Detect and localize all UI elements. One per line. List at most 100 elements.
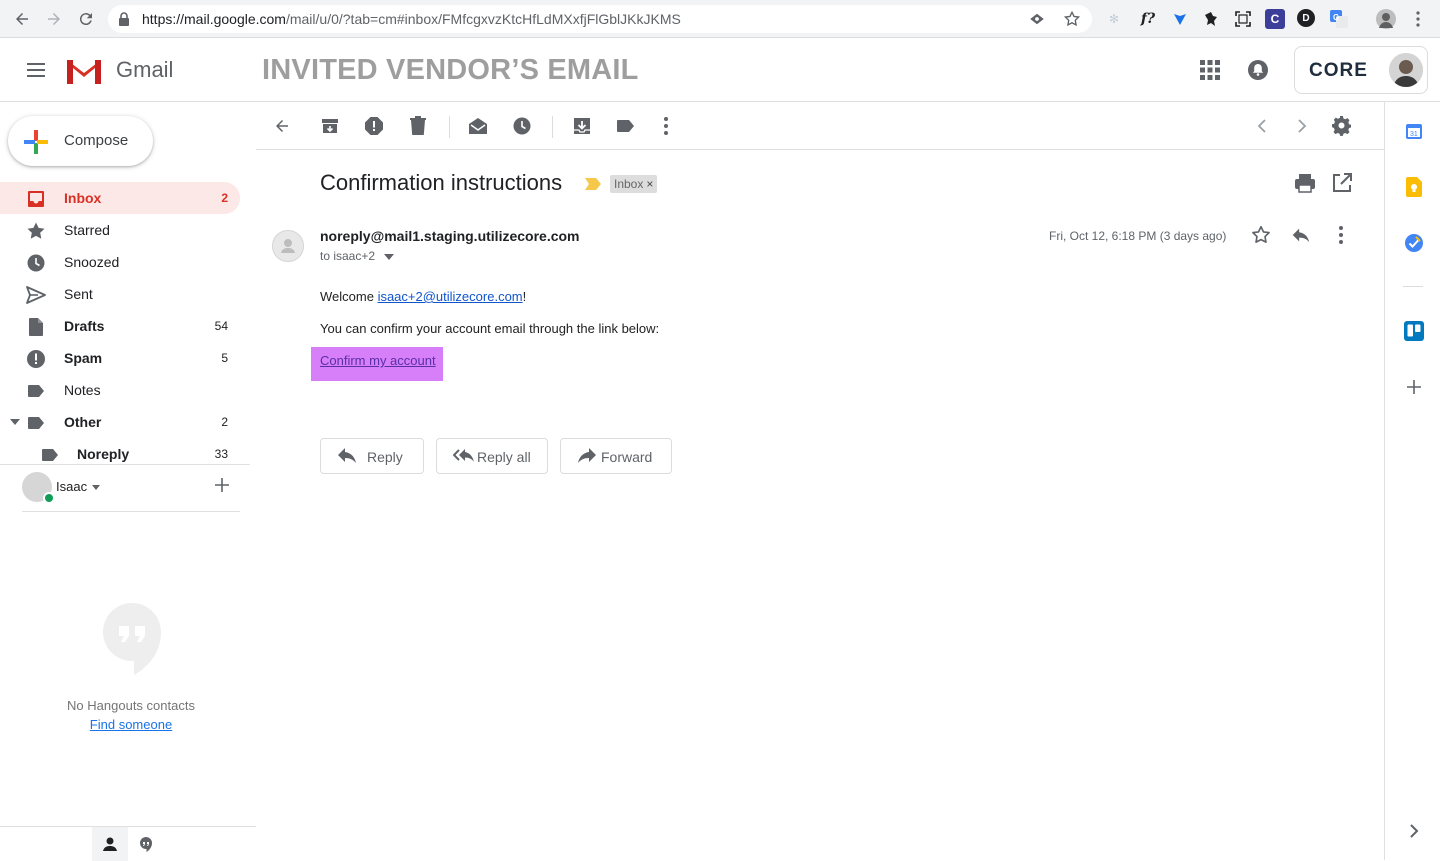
compose-plus-icon: [24, 130, 48, 154]
translate-extension-icon[interactable]: G: [1329, 9, 1349, 29]
nav-divider: [0, 464, 250, 465]
collapse-caret-icon[interactable]: [10, 419, 20, 425]
nav-item-other[interactable]: Other 2: [0, 406, 240, 438]
nav-label: Spam: [64, 350, 103, 366]
puzzle-extension-icon[interactable]: [1201, 9, 1221, 29]
welcome-email-link[interactable]: isaac+2@utilizecore.com: [378, 289, 523, 304]
remove-label-icon[interactable]: ×: [646, 177, 653, 191]
reply-label: Reply: [367, 449, 403, 465]
snooze-icon[interactable]: [510, 114, 534, 138]
recipients-text: to isaac+2: [320, 249, 376, 263]
reply-all-button[interactable]: Reply all: [436, 438, 548, 474]
nav-item-starred[interactable]: Starred: [0, 214, 240, 246]
more-actions-icon[interactable]: [654, 114, 678, 138]
reply-button[interactable]: Reply: [320, 438, 424, 474]
nav-item-drafts[interactable]: Drafts 54: [0, 310, 240, 342]
notifications-icon[interactable]: [1247, 59, 1269, 81]
d-extension-icon[interactable]: D: [1297, 9, 1315, 27]
label-icon: [42, 449, 58, 461]
confirm-link-highlight: Confirm my account: [311, 347, 443, 381]
c-extension-icon[interactable]: C: [1265, 9, 1285, 29]
spam-icon: [27, 350, 45, 368]
tasks-icon[interactable]: [1403, 232, 1425, 254]
nav-count: 5: [221, 351, 228, 365]
delete-icon[interactable]: [406, 114, 430, 138]
reply-icon[interactable]: [1290, 224, 1312, 246]
reload-icon[interactable]: [74, 7, 98, 31]
profile-avatar[interactable]: [1376, 9, 1396, 29]
side-panel-divider: [1403, 286, 1423, 287]
labels-icon[interactable]: [614, 114, 638, 138]
browser-menu-icon[interactable]: [1408, 9, 1428, 29]
account-switcher[interactable]: CORE: [1294, 46, 1428, 94]
main-menu-icon[interactable]: [24, 58, 48, 82]
forward-button[interactable]: Forward: [560, 438, 672, 474]
sender-avatar[interactable]: [272, 230, 304, 262]
bookmark-star-icon[interactable]: [1063, 10, 1081, 28]
address-bar[interactable]: https://mail.google.com/mail/u/0/?tab=cm…: [108, 5, 1092, 33]
forward-arrow-icon[interactable]: [42, 7, 66, 31]
account-avatar[interactable]: [1389, 53, 1423, 87]
report-spam-icon[interactable]: [362, 114, 386, 138]
confirm-account-link[interactable]: Confirm my account: [320, 353, 436, 368]
back-to-inbox-icon[interactable]: [270, 114, 294, 138]
print-icon[interactable]: [1294, 172, 1316, 194]
settings-gear-icon[interactable]: [1330, 114, 1354, 138]
draft-icon: [29, 318, 43, 336]
open-new-window-icon[interactable]: [1331, 172, 1353, 194]
nav-item-snoozed[interactable]: Snoozed: [0, 246, 240, 278]
eye-extension-icon[interactable]: [1028, 10, 1046, 28]
svg-text:G: G: [1333, 13, 1339, 22]
get-addons-icon[interactable]: [1403, 376, 1425, 398]
compose-button[interactable]: Compose: [8, 116, 153, 166]
keep-icon[interactable]: [1403, 176, 1425, 198]
welcome-line: Welcome isaac+2@utilizecore.com!: [320, 289, 526, 304]
older-message-icon[interactable]: [1290, 114, 1314, 138]
hangouts-user-name: Isaac: [56, 479, 88, 494]
nav-item-spam[interactable]: Spam 5: [0, 342, 240, 374]
mark-unread-icon[interactable]: [466, 114, 490, 138]
label-icon: [28, 417, 44, 429]
newer-message-icon[interactable]: [1250, 114, 1274, 138]
side-panel: 31: [1384, 102, 1440, 860]
toolbar-divider: [449, 116, 450, 138]
url-path: /mail/u/0/?tab=cm#inbox/FMfcgxvzKtcHfLdM…: [285, 11, 681, 27]
nav-item-sent[interactable]: Sent: [0, 278, 240, 310]
browser-toolbar: https://mail.google.com/mail/u/0/?tab=cm…: [0, 0, 1440, 38]
message-more-icon[interactable]: [1330, 224, 1352, 246]
no-contacts-text: No Hangouts contacts: [67, 698, 195, 713]
sender-address[interactable]: noreply@mail1.staging.utilizecore.com: [320, 228, 580, 244]
google-apps-icon[interactable]: [1199, 59, 1221, 81]
expand-panel-icon[interactable]: [1403, 820, 1425, 842]
label-icon: [28, 385, 44, 397]
find-someone-link[interactable]: Find someone: [0, 717, 262, 732]
screenshot-extension-icon[interactable]: [1233, 9, 1253, 29]
core-logo: CORE: [1309, 60, 1368, 81]
contacts-tab-icon[interactable]: [92, 827, 128, 861]
importance-marker-icon[interactable]: [585, 178, 601, 190]
trello-icon[interactable]: [1403, 320, 1425, 342]
gmail-header: Gmail INVITED VENDOR’S EMAIL CORE: [0, 38, 1440, 102]
snowflake-extension-icon[interactable]: ✻: [1104, 9, 1124, 29]
gmail-logo-icon[interactable]: [64, 56, 104, 86]
formula-extension-icon[interactable]: f?: [1137, 9, 1159, 29]
shield-extension-icon[interactable]: [1170, 9, 1190, 29]
status-dropdown-icon[interactable]: [92, 485, 100, 490]
nav-item-notes[interactable]: Notes: [0, 374, 240, 406]
nav-count: 2: [221, 415, 228, 429]
show-details-icon[interactable]: [384, 254, 394, 260]
clock-icon: [27, 254, 45, 272]
nav-item-noreply[interactable]: Noreply 33: [0, 438, 240, 470]
hangouts-tab-icon[interactable]: [128, 827, 164, 861]
hangouts-user[interactable]: Isaac: [22, 472, 240, 512]
back-arrow-icon[interactable]: [10, 7, 34, 31]
add-contact-icon[interactable]: [215, 478, 229, 492]
calendar-icon[interactable]: 31: [1403, 120, 1425, 142]
left-navigation: Compose Inbox 2 Starred Snoozed Sent Dra…: [0, 102, 256, 861]
star-message-icon[interactable]: [1250, 224, 1272, 246]
reply-arrow-icon: [338, 448, 356, 463]
move-to-icon[interactable]: [570, 114, 594, 138]
nav-item-inbox[interactable]: Inbox 2: [0, 182, 240, 214]
online-status-dot: [43, 492, 55, 504]
archive-icon[interactable]: [318, 114, 342, 138]
